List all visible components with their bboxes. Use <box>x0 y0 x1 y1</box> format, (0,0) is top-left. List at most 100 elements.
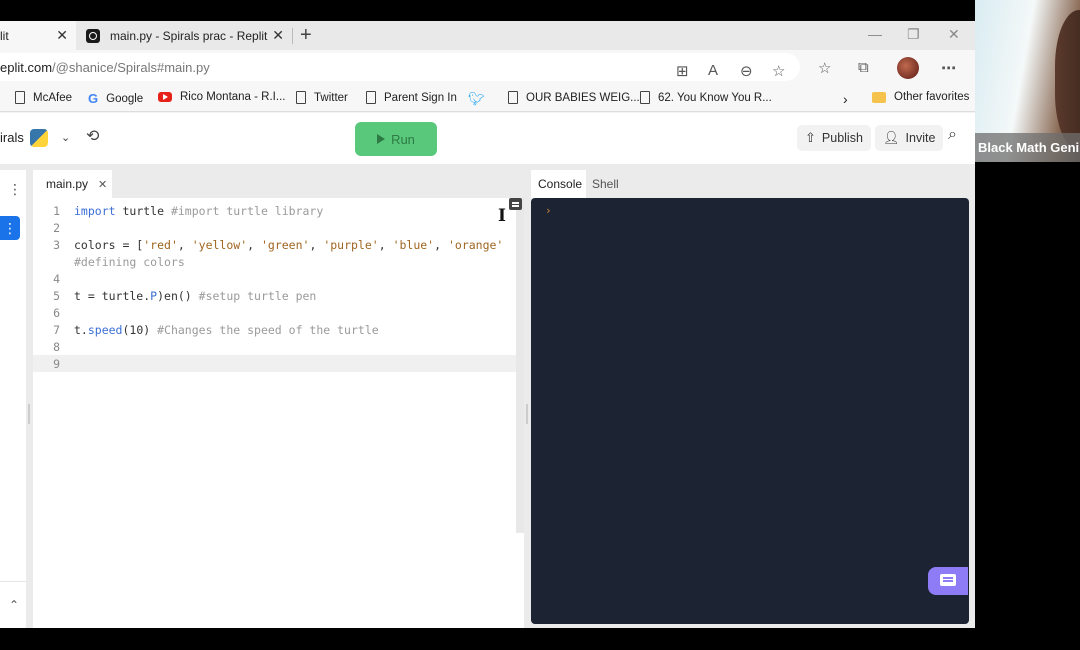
close-tab-icon[interactable]: ✕ <box>272 27 284 44</box>
bookmark-62-you-know[interactable]: 62. You Know You R... <box>640 91 772 104</box>
line-source: colors = ['red', 'yellow', 'green', 'pur… <box>60 238 503 252</box>
bookmark-mcafee[interactable]: McAfee <box>15 91 72 104</box>
bookmark-parent-sign-in[interactable]: Parent Sign In <box>366 91 457 104</box>
play-icon <box>377 134 386 144</box>
browser-tab-active[interactable]: main.py - Spirals prac - Replit ✕ <box>78 21 292 50</box>
address-bar: eplit.com/@shanice/Spirals#main.py ⊞ A ⊖… <box>0 50 975 86</box>
resize-handle[interactable] <box>526 404 528 424</box>
publish-button[interactable]: ⇧ Publish <box>797 125 871 151</box>
repl-name[interactable]: irals <box>0 130 24 145</box>
resize-handle[interactable] <box>28 404 30 424</box>
bookmark-label: Other favorites <box>894 91 970 103</box>
bookmark-label: 62. You Know You R... <box>658 91 772 104</box>
sidebar-active-file-menu[interactable]: ⋮ <box>0 216 20 240</box>
code-token: import <box>74 203 116 218</box>
page-icon <box>508 91 518 104</box>
code-token: 'red' <box>143 237 178 252</box>
tab-shell[interactable]: Shell <box>592 170 619 198</box>
code-token: , <box>177 237 192 252</box>
layout-toggle-icon[interactable] <box>509 198 522 210</box>
bookmark-google[interactable]: G Google <box>88 91 143 106</box>
restore-button[interactable]: ❐ <box>907 26 920 43</box>
webcam-label: Black Math Geni <box>975 133 1080 162</box>
close-tab-icon[interactable]: ✕ <box>56 27 68 44</box>
code-line[interactable]: 5t = turtle.P)en() #setup turtle pen <box>33 287 516 304</box>
code-line[interactable]: 1 import turtle #import turtle library <box>33 202 516 219</box>
code-token: 'blue' <box>392 237 435 252</box>
code-token: , <box>309 237 324 252</box>
line-source: import turtle #import turtle library <box>60 204 323 218</box>
close-window-button[interactable]: ✕ <box>948 26 960 43</box>
run-button[interactable]: Run <box>355 122 437 156</box>
minimize-button[interactable]: — <box>868 26 882 42</box>
bookmark-twitter[interactable]: Twitter <box>296 91 348 104</box>
read-aloud-icon[interactable]: A <box>708 62 718 79</box>
editor-tab-main-py[interactable]: main.py ✕ <box>33 170 112 198</box>
url-input[interactable]: eplit.com/@shanice/Spirals#main.py ⊞ A ⊖… <box>0 53 800 81</box>
line-source: t = turtle.P)en() #setup turtle pen <box>60 289 316 303</box>
search-icon[interactable]: ⌕ <box>948 126 957 144</box>
sidebar-menu-icon[interactable]: ⋮ <box>8 182 22 196</box>
bookmark-our-babies[interactable]: OUR BABIES WEIG... <box>508 91 640 104</box>
replit-favicon-icon <box>86 28 100 43</box>
code-token: #import turtle library <box>170 203 324 218</box>
code-token: 'purple' <box>323 237 379 252</box>
collections-icon[interactable]: ⧉ <box>858 59 869 76</box>
folder-icon <box>872 91 886 103</box>
bookmark-label: Parent Sign In <box>384 91 457 104</box>
youtube-icon <box>158 92 172 102</box>
code-line[interactable]: 3 colors = ['red', 'yellow', 'green', 'pu… <box>33 236 516 253</box>
chevron-up-icon[interactable]: ⌃ <box>9 598 19 612</box>
line-number: 9 <box>53 356 60 371</box>
history-icon[interactable]: ⟲ <box>86 126 99 146</box>
bookmark-label: McAfee <box>33 91 72 104</box>
google-icon: G <box>88 91 99 106</box>
bookmark-twitter-bird[interactable]: 🐦︎ <box>468 91 485 107</box>
code-token: colors = [ <box>74 237 144 252</box>
editor-tab-label: main.py <box>46 177 89 191</box>
console-output[interactable]: › <box>531 198 969 624</box>
code-area[interactable]: 1 import turtle #import turtle library 2 3 c… <box>33 198 516 628</box>
code-line[interactable]: 6 <box>33 304 516 321</box>
other-favorites[interactable]: Other favorites <box>872 91 969 103</box>
bookmark-rico-montana[interactable]: Rico Montana - R.I... <box>158 91 285 103</box>
code-line[interactable]: 2 <box>33 219 516 236</box>
code-line[interactable]: 8 <box>33 338 516 355</box>
code-line[interactable]: 9 <box>33 355 516 372</box>
close-tab-icon[interactable]: ✕ <box>98 178 107 191</box>
page-icon <box>640 91 650 104</box>
profile-avatar[interactable] <box>897 57 919 79</box>
line-number: 1 <box>53 203 60 218</box>
code-token: , <box>434 237 448 252</box>
code-token: )en() <box>157 288 199 303</box>
bookmark-label: Twitter <box>314 91 348 104</box>
line-number: 8 <box>53 339 60 354</box>
zoom-out-icon[interactable]: ⊖ <box>740 62 753 80</box>
more-icon[interactable]: ⋯ <box>941 59 956 77</box>
replit-header: irals ⌄ ⟲ Run ⇧ Publish 👤︎ Invite ⌕ <box>0 113 975 164</box>
line-number: 4 <box>53 271 60 286</box>
twitter-icon: 🐦︎ <box>468 91 485 106</box>
chat-button[interactable] <box>928 567 968 595</box>
tab-title: lit <box>0 28 9 43</box>
favorites-icon[interactable]: ☆ <box>818 59 831 77</box>
bookmark-label: Rico Montana - R.I... <box>180 91 286 103</box>
chevron-down-icon[interactable]: ⌄ <box>61 131 70 144</box>
code-line[interactable]: #defining colors <box>33 253 516 270</box>
browser-tab-inactive[interactable]: lit ✕ <box>0 21 76 50</box>
tab-console[interactable]: Console <box>531 170 586 198</box>
bookmarks-bar: McAfee G Google Rico Montana - R.I... Twi… <box>0 86 975 112</box>
tab-separator <box>292 28 293 44</box>
editor-scrollbar[interactable] <box>516 198 524 533</box>
add-favorite-icon[interactable]: ☆ <box>772 62 785 80</box>
webcam-overlay: Black Math Geni <box>975 0 1080 162</box>
new-tab-button[interactable]: + <box>300 24 312 47</box>
code-token: , <box>247 237 261 252</box>
code-line[interactable]: 4 <box>33 270 516 287</box>
apps-icon[interactable]: ⊞ <box>676 62 689 80</box>
url-path: /@shanice/Spirals#main.py <box>52 59 210 75</box>
bookmarks-overflow-chevron-icon[interactable]: › <box>843 91 848 107</box>
url-host: eplit.com <box>0 59 53 75</box>
code-line[interactable]: 7 t.speed(10) #Changes the speed of the t… <box>33 321 516 338</box>
invite-button[interactable]: 👤︎ Invite <box>875 125 944 151</box>
